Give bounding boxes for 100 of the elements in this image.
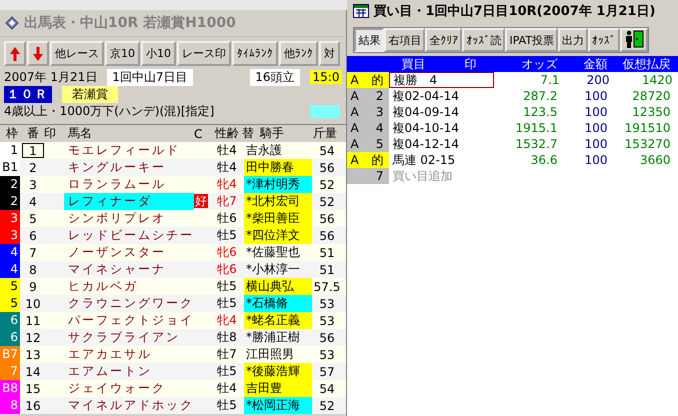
toolbar-button[interactable]: 全ｸﾘｱ	[425, 28, 462, 52]
amount-cell-text: 200	[586, 73, 610, 87]
row-header: A 的	[347, 72, 390, 88]
ticket-cell[interactable]: 複04-12-14	[389, 136, 464, 152]
horse-name[interactable]: ノーザンスター	[64, 244, 194, 261]
ticket-cell[interactable]: 馬連 02-15	[389, 152, 464, 168]
horse-name[interactable]: レフィナーダ	[64, 193, 194, 210]
amount-cell-text: 100	[584, 105, 608, 119]
frame-number: B7	[0, 346, 20, 363]
column-header: C	[194, 126, 204, 140]
horse-name[interactable]: ジェイウォーク	[64, 380, 194, 397]
frame-number: 6	[0, 312, 20, 329]
horse-name[interactable]: クラウニングワーク	[64, 295, 194, 312]
weight: 51	[318, 262, 336, 276]
toolbar-button[interactable]: 出力	[558, 28, 588, 52]
sex-age: 牝6	[216, 244, 238, 261]
horse-name[interactable]: ロランラムール	[64, 176, 194, 193]
toolbar-button[interactable]: ｵｯｽﾞ読	[462, 28, 506, 52]
sex-age: 牝7	[216, 193, 238, 210]
jockey-name: *勝浦正樹	[245, 329, 301, 346]
horse-number: 15	[24, 382, 42, 396]
horse-name[interactable]: マイネルアドホック	[64, 397, 194, 414]
horse-name[interactable]: パーフェクトジョイ	[64, 312, 194, 329]
sex-age: 牝4	[216, 176, 238, 193]
horse-name[interactable]: サクラブライアン	[64, 329, 194, 346]
frame-number: 3	[0, 227, 20, 244]
sex-age: 牡7	[216, 346, 238, 363]
row-header: A 的	[347, 152, 390, 168]
frame-number: B1	[0, 159, 20, 176]
frame-number: 3	[0, 210, 20, 227]
window-title: 買い目・1回中山7日目10R(2007年 1月21日)	[373, 3, 656, 20]
horse-number: 13	[24, 348, 42, 362]
row-header: A 2	[347, 88, 390, 104]
jockey-name: *後藤浩輝	[244, 363, 312, 380]
toolbar-button[interactable]: 結果	[354, 28, 384, 52]
toolbar-button[interactable]: ｵｯｽﾞ	[588, 28, 620, 52]
column-header: 馬名	[67, 125, 93, 142]
weight: 52	[318, 398, 336, 412]
horse-number: 12	[24, 330, 42, 344]
toolbar-button[interactable]: 対	[319, 41, 340, 66]
status-badge: 好	[194, 194, 208, 208]
horse-name[interactable]: キングルーキー	[64, 159, 194, 176]
ticket-cell[interactable]: 複勝 4	[389, 72, 494, 88]
weight: 54	[318, 382, 336, 396]
horse-name[interactable]: シンボリプレオ	[64, 210, 194, 227]
weight: 52	[318, 178, 336, 192]
column-header: 仮想払戻	[621, 56, 670, 72]
toolbar-button[interactable]: 右項目	[384, 28, 426, 52]
toolbar-button[interactable]: IPAT投票	[505, 28, 558, 52]
toolbar-button[interactable]: 小10	[141, 41, 176, 66]
ticket-cell[interactable]: 複04-09-14	[389, 104, 464, 120]
jockey-name: *柴田善臣	[244, 210, 312, 227]
sex-age: 牡5	[216, 295, 238, 312]
horse-number: 10	[24, 296, 42, 310]
column-header: 性齢	[214, 125, 240, 142]
ticket-cell[interactable]: 複02-04-14	[389, 88, 464, 104]
horse-name[interactable]: マイネシャーナ	[64, 261, 194, 278]
sex-age: 牡5	[216, 363, 238, 380]
horse-name[interactable]: エアカエサル	[64, 346, 194, 363]
amount-cell-text: 100	[584, 121, 608, 135]
column-header: 替	[242, 125, 255, 142]
odds-cell-text: 7.1	[539, 73, 560, 87]
jockey-name: 江田照男	[245, 346, 295, 363]
up-arrow-button[interactable]	[4, 41, 26, 66]
payout-cell-text: 3660	[638, 153, 670, 167]
ticket-cell[interactable]: 複04-10-14	[389, 120, 464, 136]
down-arrow-icon	[33, 46, 43, 62]
runner-count: 16頭立	[250, 68, 300, 86]
toolbar-button[interactable]: 他ﾗﾝｸ	[279, 41, 318, 66]
sex-age: 牡5	[216, 278, 238, 295]
toolbar-button[interactable]: 他レース	[50, 41, 104, 66]
column-header: 印	[464, 56, 478, 72]
horse-number: 2	[28, 160, 38, 174]
horse-number: 3	[28, 178, 38, 192]
horse-name[interactable]: モエレフィールド	[64, 142, 194, 159]
weight: 56	[318, 228, 336, 242]
frame-number: 4	[0, 244, 20, 261]
jockey-name: *小林淳一	[245, 261, 301, 278]
row-header: A 5	[347, 136, 390, 152]
payout-cell-text: 1420	[640, 73, 672, 87]
up-arrow-icon	[10, 46, 20, 62]
weight: 57.5	[312, 280, 342, 294]
horse-name[interactable]: ヒカルベガ	[64, 278, 194, 295]
sex-age: 牡4	[216, 159, 238, 176]
sex-age: 牡6	[216, 210, 238, 227]
jockey-name: 田中勝春	[244, 159, 312, 176]
toolbar-button[interactable]: レース印	[177, 41, 231, 66]
sex-age: 牝6	[216, 261, 238, 278]
amount-cell-text: 100	[584, 153, 608, 167]
jockey-name: 吉永護	[245, 142, 283, 159]
jockey-name: *佐藤聖也	[245, 244, 301, 261]
horse-name[interactable]: レッドビームシチー	[64, 227, 194, 244]
toolbar-button[interactable]: ﾀｲﾑﾗﾝｸ	[232, 41, 278, 66]
weight: 53	[318, 314, 336, 328]
down-arrow-button[interactable]	[27, 41, 49, 66]
exit-button[interactable]	[620, 28, 648, 52]
horse-name[interactable]: エアムートン	[64, 363, 194, 380]
toolbar-button[interactable]: 京10	[105, 41, 140, 66]
horse-number: 5	[28, 212, 38, 226]
sex-age: 牝4	[216, 312, 238, 329]
